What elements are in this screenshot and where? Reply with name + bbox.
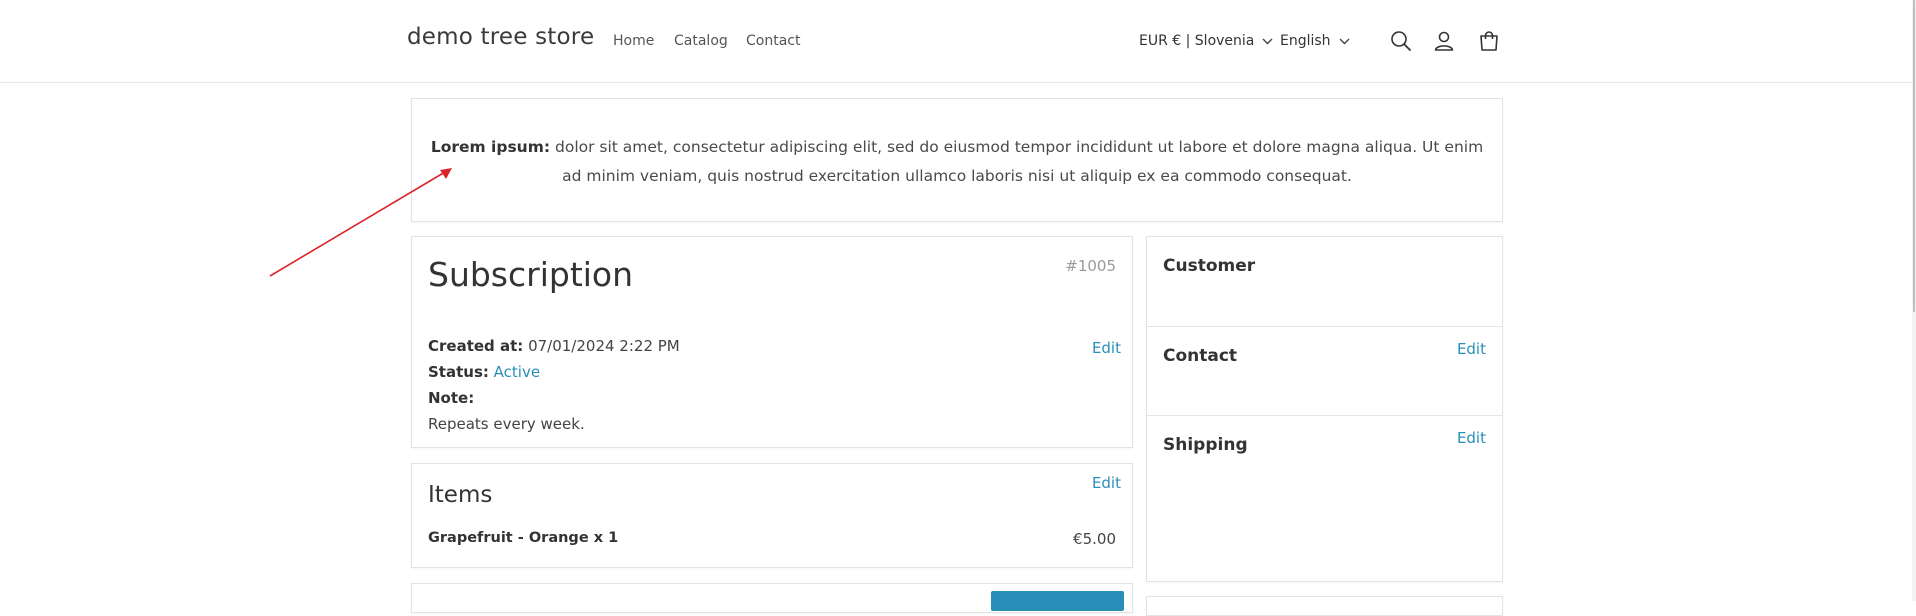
subscription-number: #1005 <box>1065 257 1116 275</box>
announcement-text: Lorem ipsum: dolor sit amet, consectetur… <box>430 133 1484 191</box>
nav-link-home[interactable]: Home <box>613 33 654 49</box>
note-value: Repeats every week. <box>428 415 585 433</box>
customer-section: Customer <box>1147 237 1502 326</box>
edit-subscription-link[interactable]: Edit <box>1092 339 1121 357</box>
announcement-bold-label: Lorem ipsum: <box>430 138 551 156</box>
status-row: Status: Active <box>428 359 680 385</box>
edit-contact-link[interactable]: Edit <box>1457 340 1486 358</box>
item-name: Grapefruit - Orange x 1 <box>428 530 619 546</box>
edit-items-link[interactable]: Edit <box>1092 474 1121 492</box>
announcement-banner: Lorem ipsum: dolor sit amet, consectetur… <box>411 98 1503 222</box>
primary-action-button[interactable] <box>991 591 1124 611</box>
site-header: demo tree store Home Catalog Contact EUR… <box>0 0 1916 83</box>
chevron-down-icon <box>1339 38 1350 44</box>
currency-selector-label: EUR € | Slovenia <box>1139 33 1255 49</box>
nav-link-contact[interactable]: Contact <box>746 33 800 49</box>
announcement-body: dolor sit amet, consectetur adipiscing e… <box>555 138 1484 185</box>
cart-icon[interactable] <box>1477 29 1501 53</box>
contact-section: Contact Edit <box>1147 326 1502 416</box>
chevron-down-icon <box>1262 38 1273 44</box>
account-icon[interactable] <box>1432 29 1456 53</box>
shipping-section: Shipping Edit <box>1147 415 1502 584</box>
shipping-heading: Shipping <box>1163 435 1248 455</box>
currency-selector[interactable]: EUR € | Slovenia <box>1139 33 1273 49</box>
created-at-row: Created at: 07/01/2024 2:22 PM <box>428 333 680 359</box>
status-label: Status: <box>428 363 489 381</box>
language-selector-label: English <box>1280 33 1331 49</box>
scrollbar-thumb[interactable] <box>1913 0 1915 312</box>
scrollbar[interactable] <box>1912 0 1916 601</box>
item-price: €5.00 <box>1073 530 1116 548</box>
store-logo[interactable]: demo tree store <box>407 24 594 50</box>
note-label: Note: <box>428 389 475 407</box>
note-row: Note: <box>428 385 680 411</box>
customer-sidebar-card: Customer Contact Edit Shipping Edit <box>1146 236 1503 582</box>
items-card: Items Edit Grapefruit - Orange x 1 €5.00 <box>411 463 1133 568</box>
subscription-title: Subscription <box>428 255 634 294</box>
language-selector[interactable]: English <box>1280 33 1350 49</box>
subscription-card: Subscription #1005 Edit Created at: 07/0… <box>411 236 1133 448</box>
items-title: Items <box>428 482 493 508</box>
created-at-label: Created at: <box>428 337 524 355</box>
next-sidebar-card-partial <box>1146 596 1503 616</box>
subscription-details: Created at: 07/01/2024 2:22 PM Status: A… <box>428 333 680 437</box>
edit-shipping-link[interactable]: Edit <box>1457 429 1486 447</box>
created-at-value: 07/01/2024 2:22 PM <box>528 337 680 355</box>
contact-heading: Contact <box>1163 346 1238 366</box>
status-value: Active <box>493 363 541 381</box>
nav-link-catalog[interactable]: Catalog <box>674 33 728 49</box>
customer-heading: Customer <box>1163 256 1256 276</box>
search-icon[interactable] <box>1389 29 1413 53</box>
